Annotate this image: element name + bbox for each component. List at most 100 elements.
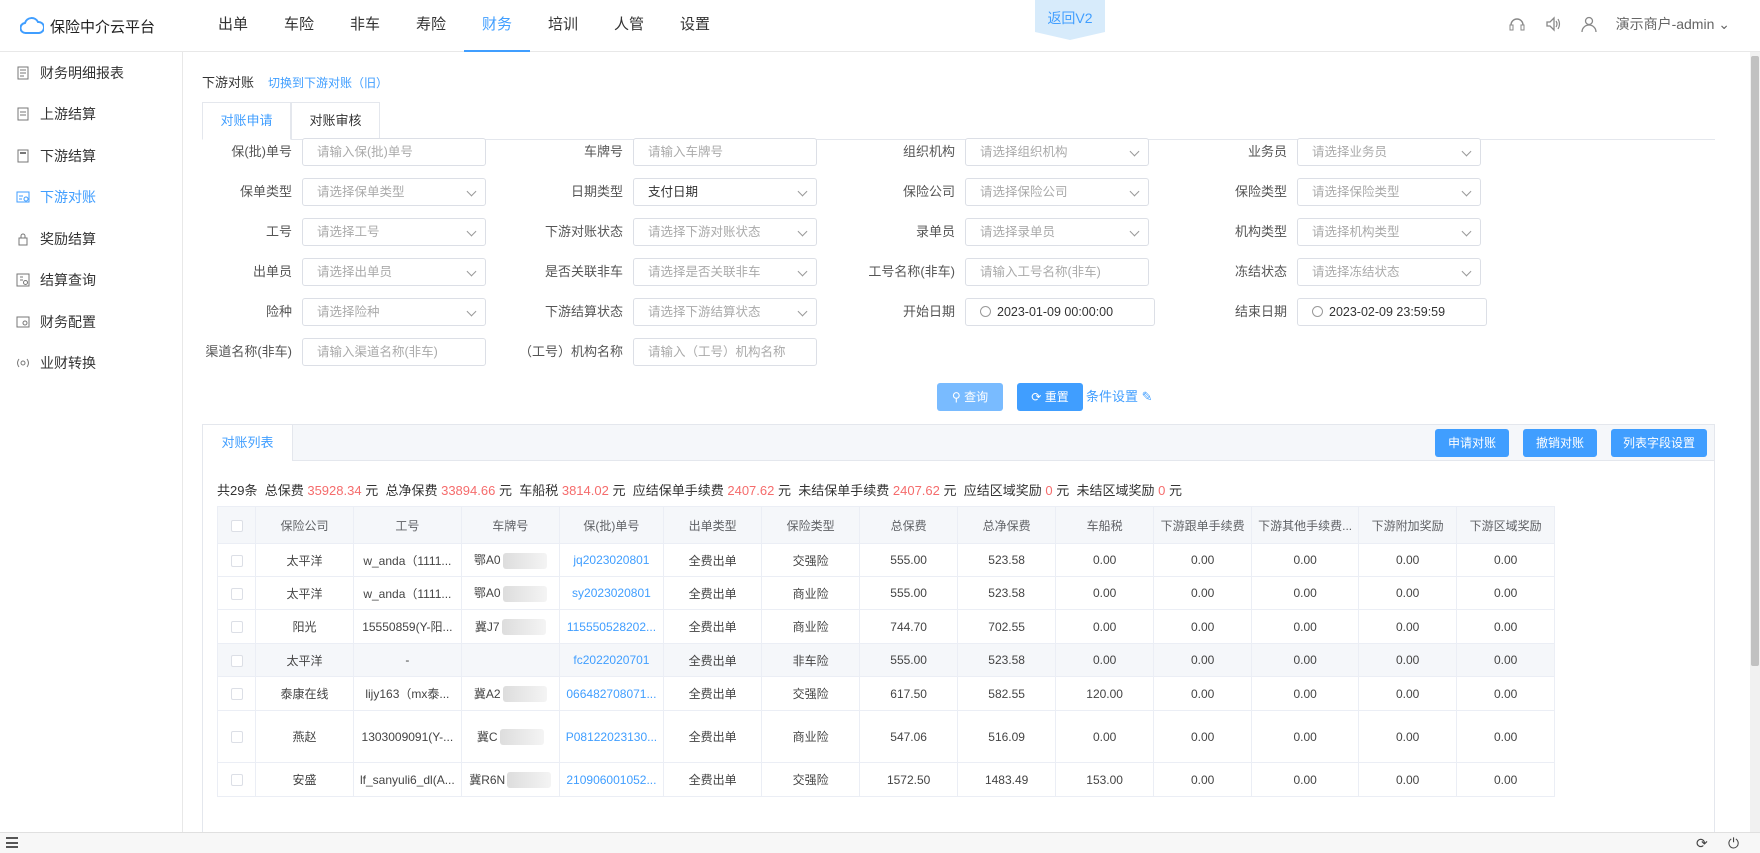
tab-review[interactable]: 对账审核 — [291, 102, 380, 140]
column-header[interactable]: 下游区域奖励 — [1456, 506, 1556, 544]
filter-select[interactable]: 请选择机构类型 — [1297, 218, 1481, 246]
row-checkbox[interactable] — [230, 688, 243, 701]
policy-number-link[interactable]: fc2022020701 — [559, 643, 665, 677]
date-picker[interactable]: 2023-01-09 00:00:00 — [965, 298, 1155, 326]
apply-reconcile-button[interactable]: 申请对账 — [1435, 429, 1509, 457]
page-scrollbar[interactable] — [1750, 52, 1760, 832]
row-checkbox[interactable] — [230, 654, 243, 667]
row-select-cell[interactable] — [217, 543, 256, 577]
filter-select[interactable]: 请选择保单类型 — [302, 178, 486, 206]
column-header[interactable]: 下游其他手续费... — [1251, 506, 1360, 544]
row-checkbox[interactable] — [230, 587, 243, 600]
scrollbar-thumb[interactable] — [1751, 56, 1759, 666]
filter-select[interactable]: 请选择是否关联非车 — [633, 258, 817, 286]
nav-item-0[interactable]: 出单 — [200, 0, 266, 52]
row-select-cell[interactable] — [217, 576, 256, 610]
policy-number-link[interactable]: 066482708071... — [559, 676, 665, 711]
table-row[interactable]: 太平洋 - fc2022020701 全费出单 非车险 555.00 523.58 0.00 0… — [217, 643, 1556, 677]
column-header[interactable]: 车牌号 — [461, 506, 560, 544]
revoke-reconcile-button[interactable]: 撤销对账 — [1523, 429, 1597, 457]
policy-number-link[interactable]: 115550528202... — [559, 609, 665, 644]
filter-select[interactable]: 请选择业务员 — [1297, 138, 1481, 166]
filter-input[interactable]: 请输入车牌号 — [633, 138, 817, 166]
table-row[interactable]: 阳光 15550859(Y-阳... 冀J7 115550528202... 全费出单 商… — [217, 609, 1556, 644]
filter-select[interactable]: 请选择下游结算状态 — [633, 298, 817, 326]
select-all-checkbox[interactable] — [230, 519, 243, 532]
nav-item-5[interactable]: 培训 — [530, 0, 596, 52]
filter-select[interactable]: 请选择险种 — [302, 298, 486, 326]
filter-input[interactable]: 请输入工号名称(非车) — [965, 258, 1149, 286]
filter-select[interactable]: 请选择保险类型 — [1297, 178, 1481, 206]
filter-select[interactable]: 请选择保险公司 — [965, 178, 1149, 206]
row-checkbox[interactable] — [230, 731, 243, 744]
speaker-icon[interactable] — [1544, 15, 1562, 33]
row-select-cell[interactable] — [217, 676, 256, 711]
table-row[interactable]: 泰康在线 lijy163（mx泰... 冀A2 066482708071... 全费出单… — [217, 676, 1556, 711]
policy-number-link[interactable]: 210906001052... — [559, 762, 665, 797]
filter-select[interactable]: 请选择出单员 — [302, 258, 486, 286]
filter-input[interactable]: 请输入保(批)单号 — [302, 138, 486, 166]
nav-item-3[interactable]: 寿险 — [398, 0, 464, 52]
sidebar-item-4[interactable]: 奖励结算 — [0, 218, 182, 260]
filter-select[interactable]: 请选择组织机构 — [965, 138, 1149, 166]
sidebar-item-3[interactable]: 下游对账 — [0, 177, 182, 219]
filter-select[interactable]: 请选择工号 — [302, 218, 486, 246]
row-checkbox[interactable] — [230, 774, 243, 787]
policy-number-link[interactable]: sy2023020801 — [559, 576, 665, 610]
sidebar-item-7[interactable]: 业财转换 — [0, 343, 182, 385]
column-header[interactable]: 保险公司 — [255, 506, 354, 544]
table-row[interactable]: 太平洋 w_anda（1111... 鄂A0 jq2023020801 全费出单 交强险 5… — [217, 543, 1556, 577]
column-header[interactable]: 下游附加奖励 — [1358, 506, 1458, 544]
select-all-cell[interactable] — [217, 506, 256, 544]
sidebar-item-0[interactable]: 财务明细报表 — [0, 52, 182, 94]
nav-item-4[interactable]: 财务 — [464, 0, 530, 52]
filter-select[interactable]: 请选择冻结状态 — [1297, 258, 1481, 286]
user-menu[interactable]: 演示商户-admin ⌄ — [1616, 14, 1730, 34]
nav-item-2[interactable]: 非车 — [332, 0, 398, 52]
tab-apply[interactable]: 对账申请 — [202, 102, 291, 140]
filter-select[interactable]: 支付日期 — [633, 178, 817, 206]
column-header[interactable]: 保险类型 — [761, 506, 861, 544]
nav-item-1[interactable]: 车险 — [266, 0, 332, 52]
table-row[interactable]: 太平洋 w_anda（1111... 鄂A0 sy2023020801 全费出单 商业险 5… — [217, 576, 1556, 610]
sidebar-item-1[interactable]: 上游结算 — [0, 94, 182, 136]
column-header[interactable]: 下游跟单手续费 — [1153, 506, 1253, 544]
column-header[interactable]: 车船税 — [1055, 506, 1155, 544]
date-picker[interactable]: 2023-02-09 23:59:59 — [1297, 298, 1487, 326]
sidebar-item-2[interactable]: 下游结算 — [0, 135, 182, 177]
column-settings-button[interactable]: 列表字段设置 — [1611, 429, 1707, 457]
row-checkbox[interactable] — [230, 554, 243, 567]
filter-input[interactable]: 请输入渠道名称(非车) — [302, 338, 486, 366]
row-checkbox[interactable] — [230, 621, 243, 634]
nav-item-6[interactable]: 人管 — [596, 0, 662, 52]
back-v2-button[interactable]: 返回V2 — [1035, 0, 1105, 40]
condition-settings-link[interactable]: 条件设置 ✎ — [1086, 383, 1153, 411]
sidebar-item-6[interactable]: 财务配置 — [0, 301, 182, 343]
column-header[interactable]: 出单类型 — [663, 506, 763, 544]
tab-reconcile-list[interactable]: 对账列表 — [203, 425, 293, 461]
filter-select[interactable]: 请选择下游对账状态 — [633, 218, 817, 246]
policy-number-link[interactable]: jq2023020801 — [559, 543, 665, 577]
filter-select[interactable]: 请选择录单员 — [965, 218, 1149, 246]
menu-icon[interactable] — [6, 837, 18, 848]
headset-icon[interactable] — [1508, 15, 1526, 33]
power-icon[interactable]: ⏻ — [1728, 835, 1739, 852]
row-select-cell[interactable] — [217, 710, 256, 763]
query-button[interactable]: ⚲ 查询 — [937, 383, 1003, 411]
column-header[interactable]: 总净保费 — [957, 506, 1057, 544]
nav-item-7[interactable]: 设置 — [662, 0, 728, 52]
sidebar-item-5[interactable]: 结算查询 — [0, 260, 182, 302]
reset-button[interactable]: ⟳ 重置 — [1017, 383, 1083, 411]
column-header[interactable]: 保(批)单号 — [559, 506, 665, 544]
refresh-icon[interactable]: ⟳ — [1696, 835, 1708, 852]
table-row[interactable]: 燕赵 1303009091(Y-... 冀C P08122023130... 全费出单 商… — [217, 710, 1556, 763]
row-select-cell[interactable] — [217, 762, 256, 797]
row-select-cell[interactable] — [217, 643, 256, 677]
filter-input[interactable]: 请输入（工号）机构名称 — [633, 338, 817, 366]
column-header[interactable]: 工号 — [353, 506, 462, 544]
switch-old-link[interactable]: 切换到下游对账（旧） — [268, 74, 388, 91]
column-header[interactable]: 总保费 — [859, 506, 959, 544]
policy-number-link[interactable]: P08122023130... — [559, 710, 665, 763]
table-row[interactable]: 安盛 lf_sanyuli6_dl(A... 冀R6N 210906001052...… — [217, 762, 1556, 797]
app-logo[interactable]: 保险中介云平台 — [20, 14, 155, 38]
